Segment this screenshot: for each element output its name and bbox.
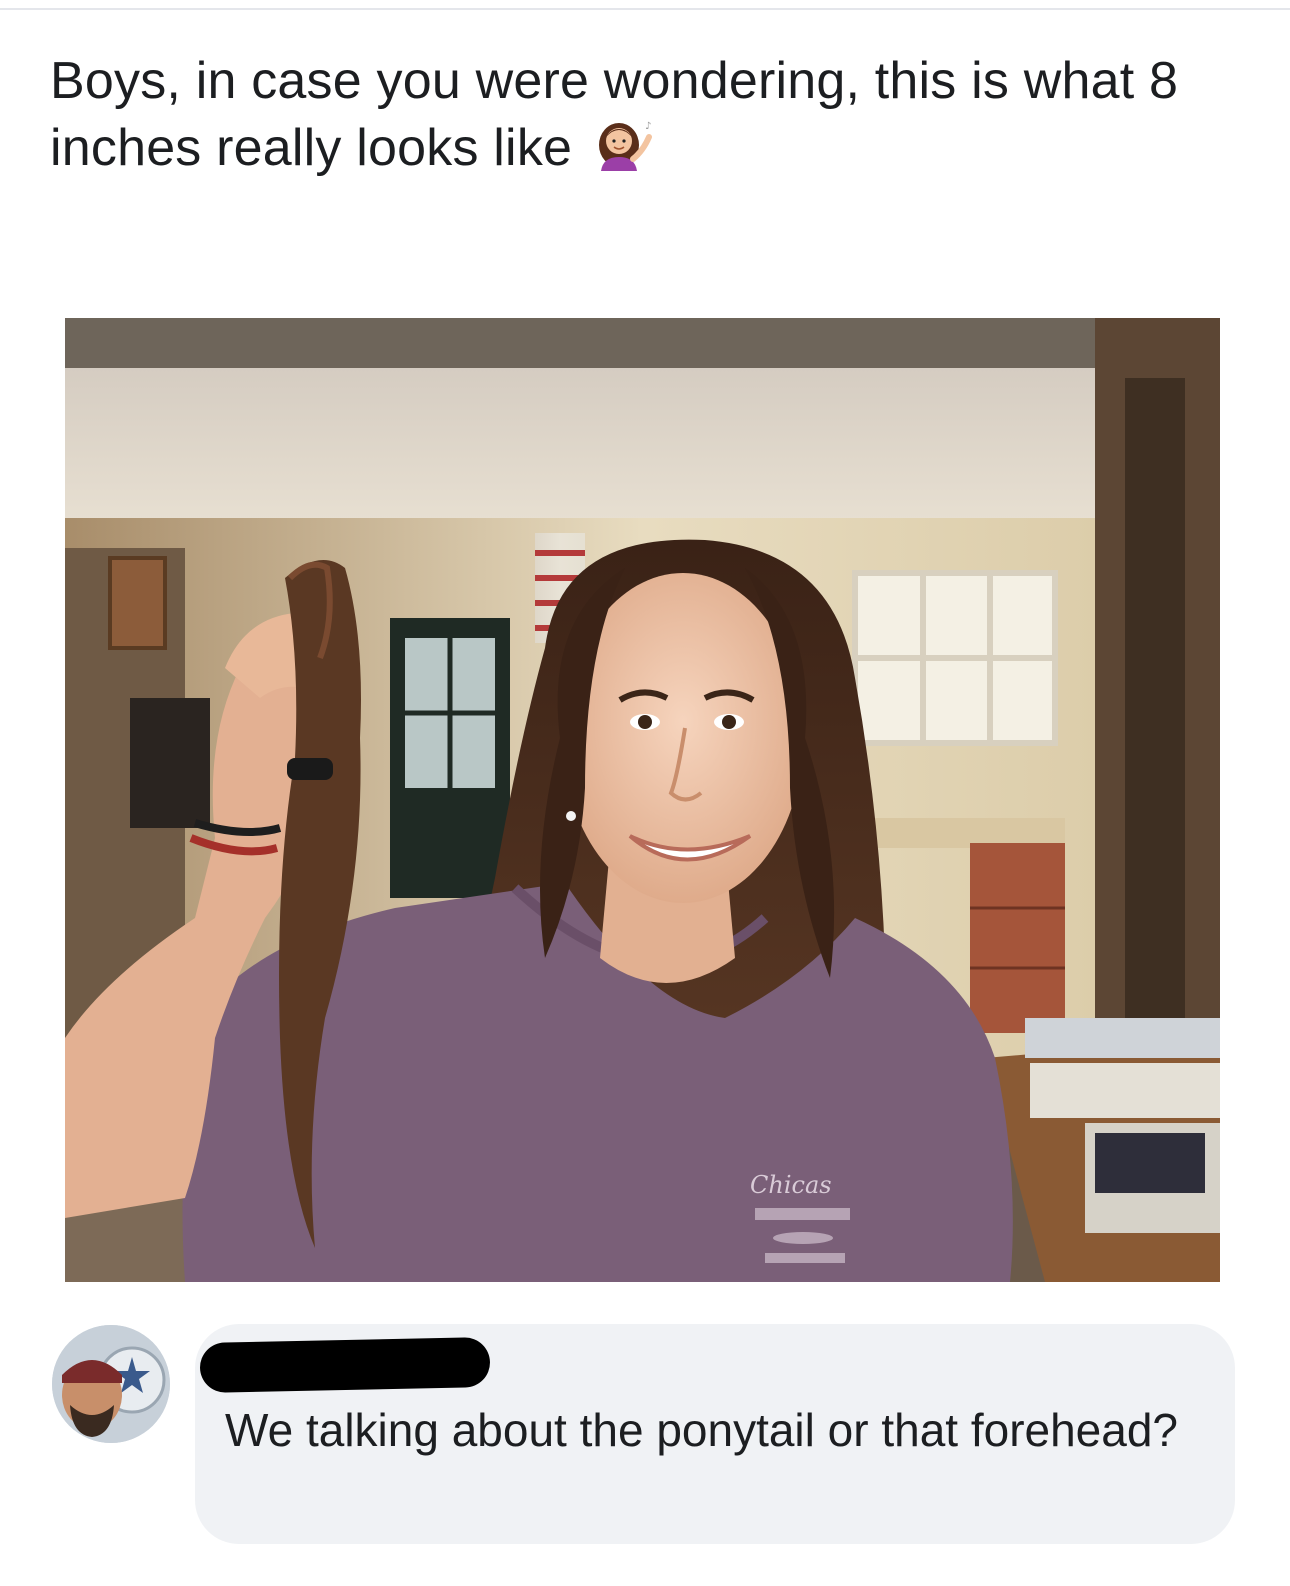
svg-text:♪: ♪ [645,121,652,132]
top-divider [0,8,1290,10]
commenter-avatar[interactable] [52,1325,170,1443]
post-text: Boys, in case you were wondering, this i… [50,48,1250,182]
commenter-name-redacted [199,1336,491,1394]
comment-text: We talking about the ponytail or that fo… [225,1404,1179,1456]
shirt-print-text: Chicas [750,1171,832,1199]
post-photo[interactable]: Chicas [65,318,1220,1282]
woman-tipping-hand-icon: ♪ [593,115,657,171]
